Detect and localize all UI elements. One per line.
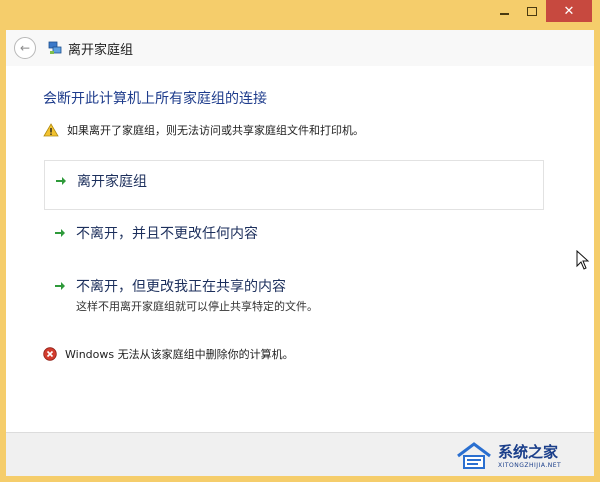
maximize-icon bbox=[527, 6, 537, 16]
close-icon: ✕ bbox=[563, 3, 575, 19]
watermark-logo: 系统之家 XITONGZHIJIA.NET bbox=[454, 434, 594, 476]
green-arrow-icon bbox=[55, 282, 65, 290]
back-arrow-icon: ← bbox=[19, 41, 31, 55]
maximize-button[interactable] bbox=[518, 0, 546, 22]
option-label: 不离开，并且不更改任何内容 bbox=[76, 226, 258, 242]
minimize-button[interactable] bbox=[490, 0, 518, 22]
error-icon bbox=[43, 347, 57, 361]
main-heading: 会断开此计算机上所有家庭组的连接 bbox=[43, 91, 267, 107]
green-arrow-icon bbox=[55, 229, 65, 237]
option-label: 离开家庭组 bbox=[77, 174, 147, 190]
minimize-icon bbox=[499, 13, 509, 15]
warning-icon bbox=[43, 123, 59, 137]
option-description: 这样不用离开家庭组就可以停止共享特定的文件。 bbox=[76, 300, 318, 313]
warning-message: 如果离开了家庭组，则无法访问或共享家庭组文件和打印机。 bbox=[43, 122, 364, 138]
option-leave-homegroup[interactable]: 离开家庭组 bbox=[44, 160, 544, 210]
mouse-cursor-icon bbox=[576, 250, 590, 270]
page-title: 离开家庭组 bbox=[68, 42, 134, 58]
caption-buttons: ✕ bbox=[490, 0, 592, 22]
homegroup-icon bbox=[48, 41, 62, 54]
green-arrow-icon bbox=[56, 177, 66, 185]
back-button[interactable]: ← bbox=[14, 37, 36, 59]
window-frame: ✕ ← 离开家庭组 会断开此计算机上所有家庭组的连接 如果离开了家庭组，则无法访… bbox=[0, 0, 600, 482]
error-text: Windows 无法从该家庭组中删除你的计算机。 bbox=[65, 348, 294, 361]
option-label: 不离开，但更改我正在共享的内容 bbox=[76, 279, 286, 295]
content-panel: 会断开此计算机上所有家庭组的连接 如果离开了家庭组，则无法访问或共享家庭组文件和… bbox=[6, 66, 594, 432]
option-change-sharing[interactable]: 不离开，但更改我正在共享的内容 这样不用离开家庭组就可以停止共享特定的文件。 bbox=[44, 266, 544, 314]
error-message: Windows 无法从该家庭组中删除你的计算机。 bbox=[43, 346, 294, 362]
watermark-title: 系统之家 bbox=[498, 443, 559, 461]
close-button[interactable]: ✕ bbox=[546, 0, 592, 22]
navigation-bar: ← 离开家庭组 bbox=[6, 30, 594, 66]
watermark-subtitle: XITONGZHIJIA.NET bbox=[498, 462, 562, 469]
house-logo-icon bbox=[457, 442, 491, 469]
option-do-not-leave[interactable]: 不离开，并且不更改任何内容 bbox=[44, 213, 544, 243]
warning-text: 如果离开了家庭组，则无法访问或共享家庭组文件和打印机。 bbox=[67, 124, 364, 137]
